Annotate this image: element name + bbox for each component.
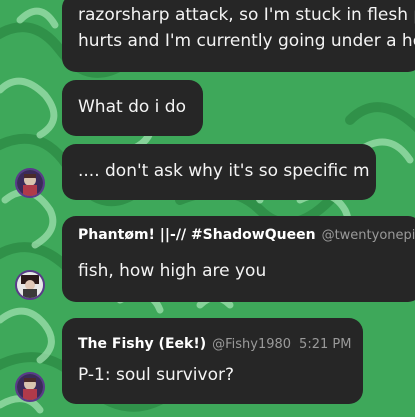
- message-text-line: razorsharp attack, so I'm stuck in flesh…: [78, 5, 415, 25]
- message-text-line: hurts and I'm currently going under a he: [78, 31, 415, 51]
- message-bubble[interactable]: What do i do: [62, 80, 203, 136]
- message-bubble[interactable]: The Fishy (Eek!) @Fishy1980 5:21 PM P-1: s…: [62, 318, 363, 404]
- message-bubble[interactable]: .... don't ask why it's so specific m: [62, 144, 376, 200]
- author-handle[interactable]: @twentyonepilo: [322, 228, 415, 243]
- message-timestamp: 5:21 PM: [299, 337, 352, 352]
- avatar-phantom[interactable]: [15, 270, 45, 300]
- author-name[interactable]: Phantøm! ||-// #ShadowQueen: [78, 227, 316, 243]
- avatar-fishy[interactable]: [15, 372, 45, 402]
- avatar-fishy[interactable]: [15, 168, 45, 198]
- author-name[interactable]: The Fishy (Eek!): [78, 336, 206, 352]
- avatar-image-icon: [17, 374, 43, 400]
- avatar-image-icon: [17, 170, 43, 196]
- message-text-line: .... don't ask why it's so specific m: [78, 161, 370, 181]
- avatar-image-icon: [17, 272, 43, 298]
- author-handle[interactable]: @Fishy1980: [212, 337, 291, 352]
- message-text-line: What do i do: [78, 97, 186, 117]
- message-header: Phantøm! ||-// #ShadowQueen @twentyonepil…: [78, 227, 415, 243]
- chat-screen: razorsharp attack, so I'm stuck in flesh…: [0, 0, 415, 417]
- message-bubble[interactable]: razorsharp attack, so I'm stuck in flesh…: [62, 0, 415, 72]
- message-bubble[interactable]: Phantøm! ||-// #ShadowQueen @twentyonepil…: [62, 216, 415, 302]
- message-text-line: P-1: soul survivor?: [78, 365, 234, 385]
- message-header: The Fishy (Eek!) @Fishy1980 5:21 PM: [78, 336, 351, 352]
- message-text-line: fish, how high are you: [78, 261, 267, 281]
